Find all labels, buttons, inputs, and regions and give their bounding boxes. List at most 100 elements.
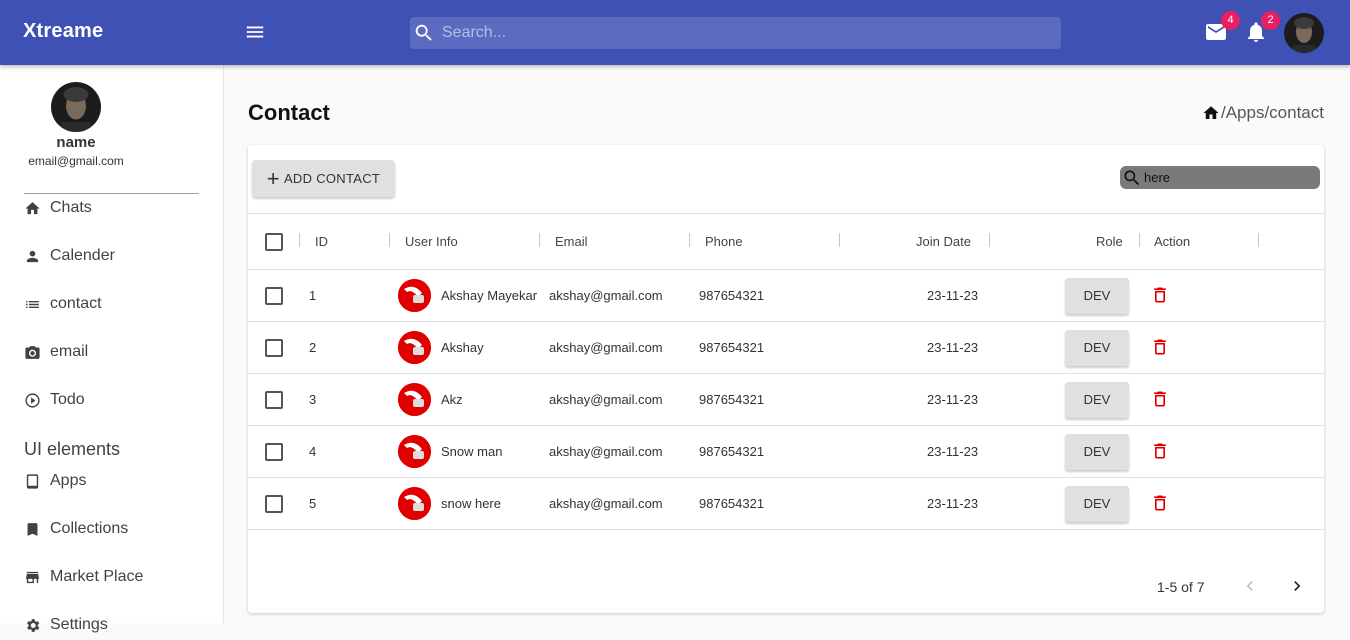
sidebar-item-contact[interactable]: contact (24, 289, 102, 319)
row-email: akshay@gmail.com (549, 340, 663, 355)
sidebar-item-apps[interactable]: Apps (24, 466, 86, 496)
sidebar-item-settings[interactable]: Settings (24, 610, 108, 640)
row-checkbox[interactable] (265, 339, 283, 357)
page-title: Contact (248, 100, 330, 125)
add-contact-button[interactable]: + ADD CONTACT (252, 160, 395, 197)
app-bar: Xtreame 4 2 (0, 0, 1350, 65)
header-action[interactable]: Action (1154, 234, 1190, 249)
select-all-checkbox[interactable] (265, 233, 283, 251)
sidebar-item-market-place[interactable]: Market Place (24, 562, 143, 592)
row-id: 3 (309, 392, 317, 407)
row-phone: 987654321 (699, 288, 765, 303)
person-icon (24, 248, 41, 265)
header-role[interactable]: Role (1096, 234, 1123, 249)
row-id: 2 (309, 340, 317, 355)
row-phone: 987654321 (699, 392, 765, 407)
avatar[interactable] (1284, 13, 1324, 53)
breadcrumb: /Apps/contact (1202, 103, 1324, 123)
sidebar-item-calender[interactable]: Calender (24, 241, 115, 271)
sidebar-item-collections[interactable]: Collections (24, 514, 128, 544)
row-name: Akshay (441, 340, 484, 355)
column-separator (839, 233, 840, 247)
row-phone: 987654321 (699, 340, 765, 355)
header-join-date[interactable]: Join Date (916, 234, 971, 249)
user-avatar (398, 331, 431, 364)
home-icon[interactable] (1202, 104, 1220, 122)
tablet-icon (24, 473, 41, 490)
bookmark-icon (24, 521, 41, 538)
row-join-date: 23-11-23 (927, 496, 979, 511)
contact-card: + ADD CONTACT ID User Info Email Phone J… (248, 145, 1324, 613)
section-title-ui-elements: UI elements (24, 439, 121, 459)
row-join-date: 23-11-23 (927, 340, 979, 355)
table-row: 2 Akshay akshay@gmail.com 987654321 23-1… (248, 322, 1324, 374)
menu-icon[interactable] (244, 21, 266, 43)
role-button[interactable]: DEV (1065, 434, 1129, 470)
table-row: 4 Snow man akshay@gmail.com 987654321 23… (248, 426, 1324, 478)
column-separator (689, 233, 690, 247)
table-row: 1 Akshay Mayekar akshay@gmail.com 987654… (248, 270, 1324, 322)
role-button[interactable]: DEV (1065, 278, 1129, 314)
row-name: snow here (441, 496, 501, 511)
chevron-left-icon[interactable] (1240, 576, 1260, 596)
sidebar-item-label: Chats (50, 199, 92, 216)
pagination-label: 1-5 of 7 (1157, 579, 1205, 595)
row-name: Akshay Mayekar (441, 288, 538, 303)
row-join-date: 23-11-23 (927, 392, 979, 407)
header-email[interactable]: Email (555, 234, 588, 249)
row-email: akshay@gmail.com (549, 288, 663, 303)
row-id: 1 (309, 288, 317, 303)
sidebar-item-label: Market Place (50, 568, 144, 585)
sidebar-item-label: Settings (50, 616, 108, 633)
table-search-input[interactable] (1144, 166, 1314, 189)
chevron-right-icon[interactable] (1287, 576, 1307, 596)
row-email: akshay@gmail.com (549, 496, 663, 511)
breadcrumb-path[interactable]: /Apps/contact (1221, 103, 1324, 123)
sidebar-item-email[interactable]: email (24, 337, 88, 367)
table-search (1120, 166, 1320, 189)
profile-name: name (56, 134, 96, 151)
notifications-badge: 2 (1261, 11, 1280, 30)
header-phone[interactable]: Phone (705, 234, 743, 249)
user-avatar (398, 279, 431, 312)
row-join-date: 23-11-23 (927, 288, 979, 303)
delete-icon[interactable] (1150, 492, 1170, 514)
header-user-info[interactable]: User Info (405, 234, 458, 249)
role-button[interactable]: DEV (1065, 330, 1129, 366)
mail-button[interactable]: 4 (1204, 11, 1240, 46)
row-phone: 987654321 (699, 496, 765, 511)
sidebar-item-label: Apps (50, 472, 87, 489)
column-separator (989, 233, 990, 247)
global-search (410, 17, 1061, 49)
table-row: 3 Akz akshay@gmail.com 987654321 23-11-2… (248, 374, 1324, 426)
row-name: Akz (441, 392, 463, 407)
column-separator (1139, 233, 1140, 247)
row-email: akshay@gmail.com (549, 444, 663, 459)
sidebar-item-label: contact (50, 295, 102, 312)
add-contact-label: ADD CONTACT (283, 171, 381, 186)
row-checkbox[interactable] (265, 443, 283, 461)
role-button[interactable]: DEV (1065, 486, 1129, 522)
profile-email: email@gmail.com (28, 154, 124, 168)
delete-icon[interactable] (1150, 440, 1170, 462)
row-checkbox[interactable] (265, 495, 283, 513)
mail-badge: 4 (1221, 11, 1240, 30)
delete-icon[interactable] (1150, 284, 1170, 306)
sidebar-item-todo[interactable]: Todo (24, 385, 85, 415)
header-id[interactable]: ID (315, 234, 328, 249)
row-checkbox[interactable] (265, 391, 283, 409)
delete-icon[interactable] (1150, 336, 1170, 358)
row-id: 4 (309, 444, 317, 459)
row-checkbox[interactable] (265, 287, 283, 305)
role-button[interactable]: DEV (1065, 382, 1129, 418)
user-avatar (398, 487, 431, 520)
camera-icon (24, 344, 41, 361)
play-circle-icon (24, 392, 41, 409)
notifications-button[interactable]: 2 (1244, 11, 1280, 46)
sidebar-item-chats[interactable]: Chats (24, 193, 92, 223)
profile-avatar[interactable] (51, 82, 101, 132)
column-separator (1258, 233, 1259, 247)
row-name: Snow man (441, 444, 503, 459)
delete-icon[interactable] (1150, 388, 1170, 410)
global-search-input[interactable] (442, 17, 1052, 49)
